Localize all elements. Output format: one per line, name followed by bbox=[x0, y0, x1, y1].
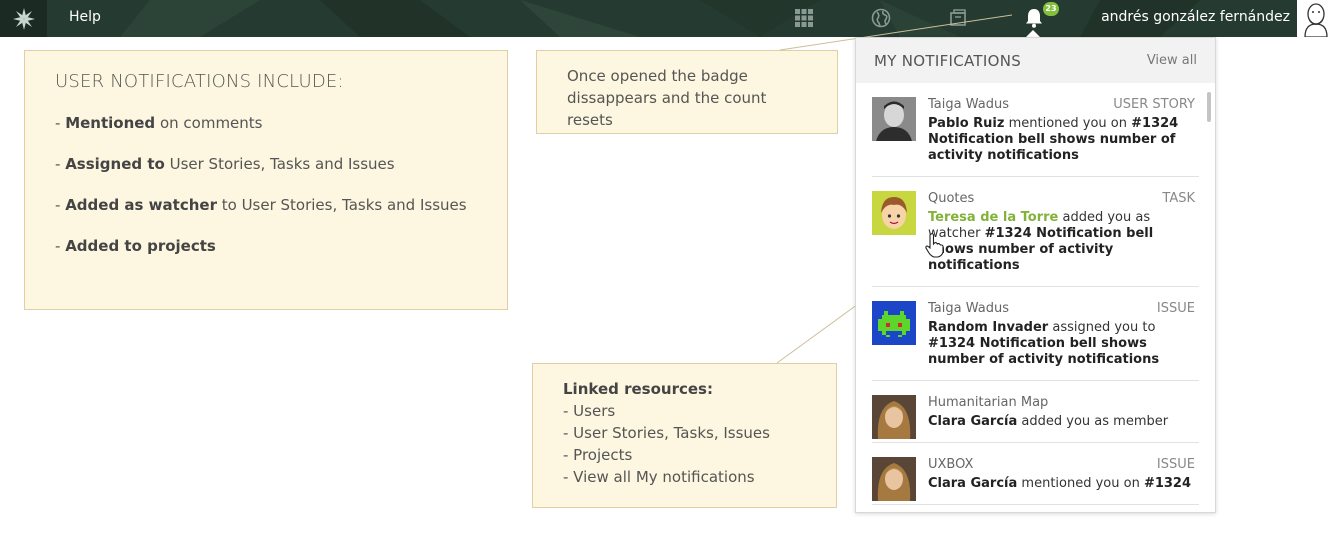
linked-item-users: - Users bbox=[563, 402, 616, 420]
user-avatar[interactable] bbox=[1297, 0, 1336, 37]
woman-photo-icon bbox=[872, 457, 916, 501]
avatar bbox=[872, 97, 916, 141]
note-item-projects: - Added to projects bbox=[55, 237, 216, 255]
notification-type: TASK bbox=[1162, 191, 1195, 206]
avatar bbox=[872, 301, 916, 345]
notification-count-badge: 23 bbox=[1043, 2, 1059, 16]
linked-item-stories: - User Stories, Tasks, Issues bbox=[563, 424, 770, 442]
notification-ref[interactable]: #1324 Notification bell shows number of … bbox=[928, 336, 1159, 367]
notification-item[interactable]: UXBOX ISSUE Clara García mentioned you o… bbox=[872, 443, 1199, 505]
notifications-title: MY NOTIFICATIONS bbox=[874, 51, 1022, 70]
notification-type: ISSUE bbox=[1156, 301, 1195, 316]
avatar bbox=[872, 191, 916, 235]
note-item-assigned: - Assigned to User Stories, Tasks and Is… bbox=[55, 155, 395, 173]
bell-icon[interactable] bbox=[1023, 7, 1045, 29]
note-heading: USER NOTIFICATIONS INCLUDE: bbox=[55, 71, 344, 92]
avatar bbox=[872, 395, 916, 439]
notification-item[interactable]: Taiga Wadus USER STORY Pablo Ruiz mentio… bbox=[872, 83, 1199, 177]
notification-message[interactable]: Pablo Ruiz mentioned you on #1324 Notifi… bbox=[928, 116, 1199, 164]
notification-message[interactable]: Clara García mentioned you on #1324 bbox=[928, 476, 1199, 492]
user-avatar-icon bbox=[1297, 0, 1336, 37]
notifications-header: MY NOTIFICATIONS View all bbox=[856, 38, 1215, 83]
taiga-logo-icon bbox=[12, 7, 35, 30]
notification-actor[interactable]: Random Invader bbox=[928, 320, 1048, 335]
dropdown-caret bbox=[1026, 30, 1040, 37]
user-notifications-note: USER NOTIFICATIONS INCLUDE: - Mentioned … bbox=[24, 50, 508, 310]
view-all-link[interactable]: View all bbox=[1147, 53, 1197, 68]
notification-type: ISSUE bbox=[1156, 457, 1195, 472]
notification-item[interactable]: Taiga Wadus ISSUE Random Invader assigne… bbox=[872, 287, 1199, 381]
linked-resources-note: Linked resources: - Users - User Stories… bbox=[532, 363, 837, 508]
username[interactable]: andrés gonzález fernández bbox=[1101, 9, 1290, 25]
notification-item[interactable]: Quotes TASK Teresa de la Torre added you… bbox=[872, 177, 1199, 287]
notification-actor[interactable]: Clara García bbox=[928, 476, 1017, 491]
notification-item[interactable]: Humanitarian Map Clara García added you … bbox=[872, 381, 1199, 443]
globe-icon[interactable] bbox=[871, 8, 891, 28]
notification-actor[interactable]: Clara García bbox=[928, 414, 1017, 429]
man-photo-icon bbox=[872, 97, 916, 141]
space-invader-icon bbox=[872, 301, 916, 345]
avatar bbox=[872, 457, 916, 501]
notification-actor[interactable]: Pablo Ruiz bbox=[928, 116, 1004, 131]
hand-cursor-icon bbox=[925, 233, 944, 258]
notifications-scrollbar[interactable] bbox=[1207, 92, 1211, 122]
top-navbar: Help 23 andrés gonzález fernández bbox=[0, 0, 1336, 37]
badge-note-line2: dissappears and the count resets bbox=[567, 89, 767, 129]
notification-project[interactable]: Humanitarian Map bbox=[928, 395, 1199, 410]
note-item-mentioned: - Mentioned on comments bbox=[55, 114, 263, 132]
notification-actor[interactable]: Teresa de la Torre bbox=[928, 210, 1058, 225]
linked-item-projects: - Projects bbox=[563, 446, 633, 464]
taiga-logo[interactable] bbox=[0, 0, 47, 37]
notification-message[interactable]: Random Invader assigned you to #1324 Not… bbox=[928, 320, 1199, 368]
notifications-list[interactable]: Taiga Wadus USER STORY Pablo Ruiz mentio… bbox=[856, 83, 1215, 512]
notification-message[interactable]: Clara García added you as member bbox=[928, 414, 1199, 430]
note-item-watcher: - Added as watcher to User Stories, Task… bbox=[55, 196, 467, 214]
notification-type: USER STORY bbox=[1113, 97, 1195, 112]
badge-reset-note: Once opened the badge dissappears and th… bbox=[536, 50, 838, 134]
projects-icon[interactable] bbox=[948, 8, 968, 28]
badge-note-line1: Once opened the badge bbox=[567, 67, 748, 85]
notifications-dropdown: MY NOTIFICATIONS View all Taiga Wadus US… bbox=[855, 37, 1216, 513]
notification-ref[interactable]: #1324 bbox=[1144, 476, 1191, 491]
woman-photo-icon bbox=[872, 395, 916, 439]
cartoon-boy-icon bbox=[872, 191, 916, 235]
notification-message[interactable]: Teresa de la Torre added you as watcher … bbox=[928, 210, 1199, 274]
linked-item-view-all: - View all My notifications bbox=[563, 468, 755, 486]
help-link[interactable]: Help bbox=[69, 9, 101, 25]
linked-resources-heading: Linked resources: bbox=[563, 380, 713, 398]
apps-grid-icon[interactable] bbox=[794, 8, 814, 28]
notification-project[interactable]: Quotes bbox=[928, 191, 1199, 206]
